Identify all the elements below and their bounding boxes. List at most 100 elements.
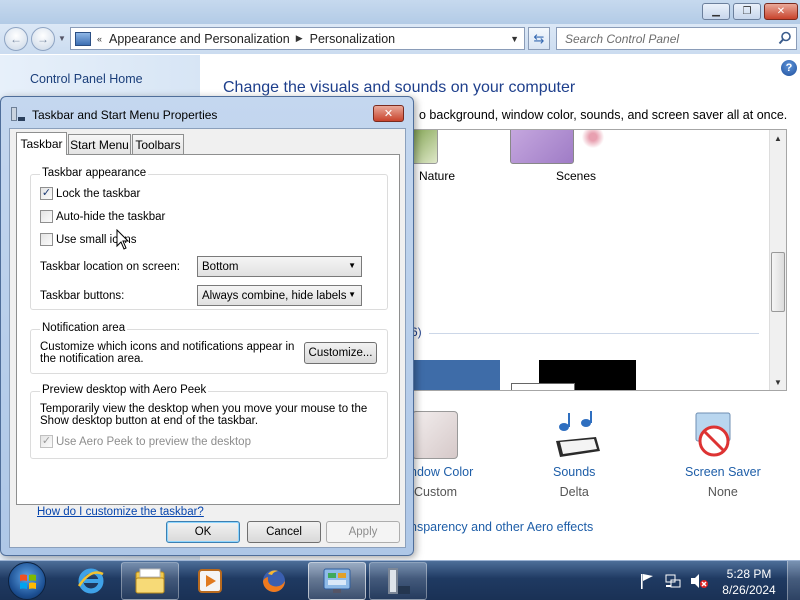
group-title: Preview desktop with Aero Peek	[40, 384, 209, 396]
internet-explorer-icon	[77, 568, 104, 594]
volume-muted-icon[interactable]	[690, 573, 708, 589]
forward-arrow-icon: →	[37, 32, 49, 46]
aero-peek-group: Preview desktop with Aero Peek Temporari…	[30, 384, 388, 459]
checkbox[interactable]	[40, 233, 53, 246]
maximize-button[interactable]: ❐	[733, 3, 761, 20]
scrollbar-thumb[interactable]	[771, 252, 785, 312]
screen-saver-link[interactable]: Screen Saver	[685, 465, 761, 479]
taskbar-buttons-select[interactable]: Always combine, hide labels ▼	[197, 285, 362, 306]
theme-basic-thumbnail[interactable]	[411, 360, 500, 390]
control-panel-icon	[75, 31, 91, 46]
sounds-item[interactable]: Sounds Delta	[553, 465, 595, 499]
media-player-icon	[198, 569, 222, 593]
forward-button[interactable]: →	[31, 27, 55, 51]
select-value: Bottom	[202, 260, 239, 273]
sounds-icon[interactable]	[550, 411, 602, 461]
taskbar-control-panel[interactable]	[308, 562, 366, 600]
window-color-icon[interactable]	[412, 411, 458, 459]
system-clock[interactable]: 5:28 PM 8/26/2024	[714, 566, 784, 598]
checkbox-label[interactable]: Auto-hide the taskbar	[56, 211, 165, 223]
minimize-button[interactable]: ▁	[702, 3, 730, 20]
breadcrumb-personalization[interactable]: Personalization	[310, 32, 395, 46]
taskbar-windows-explorer[interactable]	[121, 562, 179, 600]
taskbar-appearance-group: Taskbar appearance ✓ Lock the taskbar Au…	[30, 167, 388, 310]
back-button[interactable]: ←	[4, 27, 28, 51]
page-title: Change the visuals and sounds on your co…	[223, 79, 576, 96]
control-panel-icon	[323, 568, 351, 593]
refresh-icon: ⇆	[533, 30, 545, 46]
chevron-right-icon[interactable]: ▶	[296, 33, 303, 44]
checkbox[interactable]: ✓	[40, 435, 53, 448]
network-icon[interactable]	[665, 573, 681, 589]
location-select[interactable]: Bottom ▼	[197, 256, 362, 277]
sounds-link[interactable]: Sounds	[553, 465, 595, 479]
action-center-flag-icon[interactable]	[640, 573, 654, 589]
taskbar-tab-panel: Taskbar appearance ✓ Lock the taskbar Au…	[16, 154, 400, 518]
theme-scenes-thumbnail[interactable]	[510, 130, 574, 164]
theme-nature-label[interactable]: Nature	[419, 169, 455, 183]
taskbar-firefox[interactable]	[245, 562, 303, 600]
themes-scrollbar[interactable]: ▲ ▼	[769, 130, 786, 390]
search-icon[interactable]	[778, 31, 792, 45]
firefox-icon	[263, 570, 285, 592]
start-button[interactable]	[8, 562, 46, 600]
refresh-button[interactable]: ⇆	[528, 27, 550, 50]
address-bar[interactable]: « Appearance and Personalization ▶ Perso…	[70, 27, 525, 50]
close-button[interactable]: ✕	[764, 3, 798, 20]
control-panel-home-link[interactable]: Control Panel Home	[30, 72, 143, 86]
tab-taskbar[interactable]: Taskbar	[16, 132, 67, 155]
aero-peek-checkbox[interactable]: ✓ Use Aero Peek to preview the desktop	[40, 435, 251, 448]
windows-explorer-icon	[135, 568, 165, 594]
taskbar-internet-explorer[interactable]	[62, 562, 120, 600]
chevron-down-icon[interactable]: ▼	[510, 34, 519, 44]
clock-date[interactable]: 8/26/2024	[714, 582, 784, 598]
tab-start-menu[interactable]: Start Menu	[68, 134, 131, 155]
recent-pages-dropdown[interactable]: ▼	[58, 34, 66, 43]
notification-description: Customize which icons and notifications …	[40, 341, 295, 365]
help-link[interactable]: How do I customize the taskbar?	[37, 506, 204, 518]
section-divider	[429, 333, 759, 334]
help-icon[interactable]: ?	[781, 60, 797, 76]
chevron-left-icon: «	[97, 33, 103, 44]
scroll-down-icon[interactable]: ▼	[770, 374, 786, 390]
window-color-link[interactable]: ndow Color	[410, 465, 473, 479]
window-color-item[interactable]: ndow Color Custom	[410, 465, 473, 499]
taskbar-buttons-label: Taskbar buttons:	[40, 290, 125, 302]
checkbox-label[interactable]: Use Aero Peek to preview the desktop	[56, 436, 251, 448]
customize-button[interactable]: Customize...	[304, 342, 377, 364]
lock-taskbar-checkbox[interactable]: ✓ Lock the taskbar	[40, 187, 140, 200]
clock-time[interactable]: 5:28 PM	[714, 566, 784, 582]
theme-scenes-label[interactable]: Scenes	[556, 169, 596, 183]
group-title: Taskbar appearance	[40, 167, 149, 179]
back-arrow-icon: ←	[10, 32, 22, 46]
aero-effects-link[interactable]: nsparency and other Aero effects	[410, 520, 593, 534]
taskbar-media-player[interactable]	[181, 562, 239, 600]
taskbar-properties-window[interactable]	[369, 562, 427, 600]
themes-list[interactable]: Nature Scenes 6) ▲ ▼	[410, 129, 787, 391]
screen-saver-item[interactable]: Screen Saver None	[685, 465, 761, 499]
taskbar-properties-icon	[388, 568, 410, 594]
search-box[interactable]	[556, 27, 797, 50]
checkbox[interactable]: ✓	[40, 187, 53, 200]
tab-toolbars[interactable]: Toolbars	[132, 134, 184, 155]
page-subtitle: o background, window color, sounds, and …	[419, 108, 788, 122]
theme-nature-thumbnail[interactable]	[411, 130, 438, 164]
ok-button[interactable]: OK	[166, 521, 240, 543]
scroll-up-icon[interactable]: ▲	[770, 130, 786, 146]
search-input[interactable]	[557, 31, 767, 46]
breadcrumb-appearance[interactable]: Appearance and Personalization	[109, 32, 290, 46]
cancel-button[interactable]: Cancel	[247, 521, 321, 543]
navigation-bar: ← → ▼ « Appearance and Personalization ▶…	[0, 24, 800, 54]
window-color-value: Custom	[414, 485, 458, 499]
chevron-down-icon: ▼	[348, 261, 356, 270]
show-desktop-button[interactable]	[787, 561, 800, 600]
checkbox[interactable]	[40, 210, 53, 223]
dialog-close-button[interactable]: ✕	[373, 105, 404, 122]
theme-classic-thumbnail[interactable]	[511, 383, 575, 390]
auto-hide-checkbox[interactable]: Auto-hide the taskbar	[40, 210, 165, 223]
theme-scenes-decoration	[578, 130, 608, 148]
checkbox-label[interactable]: Lock the taskbar	[56, 188, 140, 200]
screen-saver-icon[interactable]	[690, 411, 738, 461]
apply-button[interactable]: Apply	[326, 521, 400, 543]
close-icon: ✕	[383, 108, 394, 120]
